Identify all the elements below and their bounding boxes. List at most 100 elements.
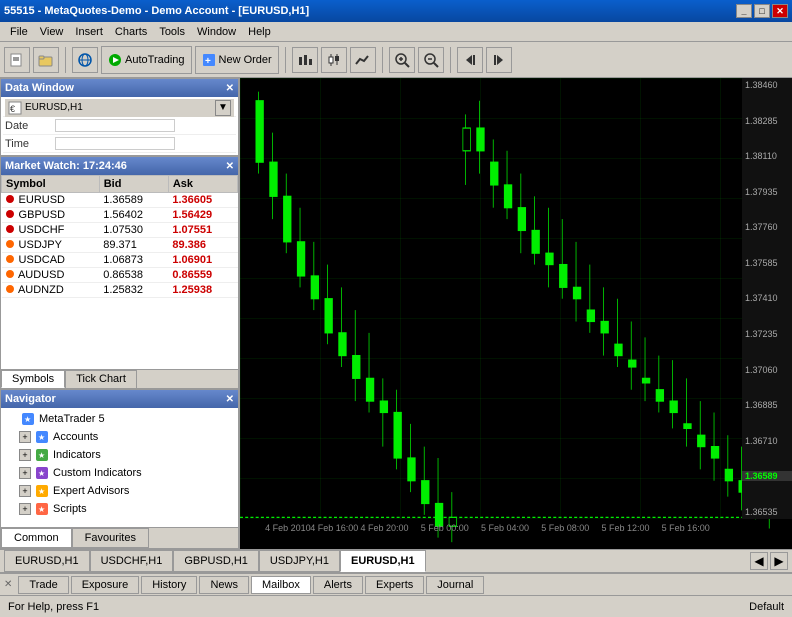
status-tab-trade[interactable]: Trade: [18, 576, 68, 594]
scroll-right-button[interactable]: [486, 47, 512, 73]
price-label: 1.37410: [742, 293, 792, 303]
menu-insert[interactable]: Insert: [69, 24, 109, 40]
price-label: 1.38285: [742, 116, 792, 126]
list-item[interactable]: ★ MetaTrader 5: [3, 410, 236, 428]
dw-time-input[interactable]: [55, 137, 175, 150]
scroll-left-button[interactable]: [457, 47, 483, 73]
chart-tab-2[interactable]: GBPUSD,H1: [173, 550, 259, 572]
nav-expand-icon[interactable]: +: [19, 485, 31, 497]
price-label: 1.36589: [742, 471, 792, 481]
dw-date-input[interactable]: [55, 119, 175, 132]
list-item[interactable]: + ★ Custom Indicators: [3, 464, 236, 482]
ask-cell: 1.25938: [168, 283, 237, 298]
zoom-out-button[interactable]: [418, 47, 444, 73]
separator-1: [65, 47, 66, 73]
bid-cell: 89.371: [99, 238, 168, 253]
price-label: 1.36710: [742, 436, 792, 446]
navigator-close[interactable]: ✕: [226, 394, 234, 405]
nav-expand-icon[interactable]: +: [19, 467, 31, 479]
table-row[interactable]: GBPUSD 1.56402 1.56429: [2, 208, 238, 223]
price-label: 1.37235: [742, 329, 792, 339]
navigator-panel: Navigator ✕ ★ MetaTrader 5 + ★ Accounts …: [0, 389, 239, 549]
chart-tab-1[interactable]: USDCHF,H1: [90, 550, 174, 572]
table-row[interactable]: USDJPY 89.371 89.386: [2, 238, 238, 253]
menu-help[interactable]: Help: [242, 24, 277, 40]
market-watch-close[interactable]: ✕: [226, 161, 234, 172]
chart-tab-4[interactable]: EURUSD,H1: [340, 550, 426, 572]
status-tab-journal[interactable]: Journal: [426, 576, 484, 594]
list-item[interactable]: + ★ Scripts: [3, 500, 236, 518]
menu-window[interactable]: Window: [191, 24, 242, 40]
menu-file[interactable]: File: [4, 24, 34, 40]
minimize-button[interactable]: _: [736, 4, 752, 18]
chart-scroll-right[interactable]: ▶: [770, 552, 788, 570]
bid-cell: 1.06873: [99, 253, 168, 268]
svg-text:€: €: [10, 104, 15, 114]
status-tab-mailbox[interactable]: Mailbox: [251, 576, 311, 594]
symbol-dot: [6, 240, 14, 248]
svg-text:★: ★: [38, 451, 45, 460]
nav-tab-favourites[interactable]: Favourites: [72, 528, 149, 548]
status-tab-history[interactable]: History: [141, 576, 197, 594]
menu-view[interactable]: View: [34, 24, 70, 40]
ask-cell: 1.36605: [168, 193, 237, 208]
main-layout: Data Window ✕ € EURUSD,H1 ▼ Date Time: [0, 78, 792, 549]
status-tab-alerts[interactable]: Alerts: [313, 576, 363, 594]
browser-button[interactable]: [72, 47, 98, 73]
price-label: 1.37935: [742, 187, 792, 197]
ask-cell: 1.06901: [168, 253, 237, 268]
zoom-in-button[interactable]: [389, 47, 415, 73]
symbol-cell: EURUSD: [2, 193, 100, 208]
list-item[interactable]: + ★ Expert Advisors: [3, 482, 236, 500]
tab-tick-chart[interactable]: Tick Chart: [65, 370, 137, 388]
autotrading-button[interactable]: AutoTrading: [101, 46, 192, 74]
table-row[interactable]: AUDUSD 0.86538 0.86559: [2, 268, 238, 283]
chart-line-button[interactable]: [350, 47, 376, 73]
chart-tab-0[interactable]: EURUSD,H1: [4, 550, 90, 572]
chart-bar-button[interactable]: [292, 47, 318, 73]
price-label: 1.36535: [742, 507, 792, 517]
price-label: 1.38460: [742, 80, 792, 90]
status-tab-experts[interactable]: Experts: [365, 576, 424, 594]
time-label: 5 Feb 08:00: [541, 523, 589, 533]
list-item[interactable]: + ★ Accounts: [3, 428, 236, 446]
price-axis: 1.384601.382851.381101.379351.377601.375…: [742, 78, 792, 519]
data-window-close[interactable]: ✕: [226, 83, 234, 94]
price-label: 1.37060: [742, 365, 792, 375]
time-label: 4 Feb 2010: [265, 523, 311, 533]
left-panel: Data Window ✕ € EURUSD,H1 ▼ Date Time: [0, 78, 240, 549]
table-row[interactable]: USDCAD 1.06873 1.06901: [2, 253, 238, 268]
chart-tab-3[interactable]: USDJPY,H1: [259, 550, 340, 572]
nav-expand-icon[interactable]: +: [19, 503, 31, 515]
open-button[interactable]: [33, 47, 59, 73]
nav-tab-common[interactable]: Common: [1, 528, 72, 548]
nav-expand-icon[interactable]: +: [19, 431, 31, 443]
nav-item-label: Expert Advisors: [53, 485, 129, 497]
symbol-dot: [6, 210, 14, 218]
separator-2: [285, 47, 286, 73]
dw-dropdown[interactable]: ▼: [215, 100, 231, 116]
help-text: For Help, press F1: [8, 601, 99, 613]
menu-charts[interactable]: Charts: [109, 24, 153, 40]
new-order-button[interactable]: + New Order: [195, 46, 279, 74]
table-row[interactable]: USDCHF 1.07530 1.07551: [2, 223, 238, 238]
chart-candle-button[interactable]: [321, 47, 347, 73]
nav-item-label: Custom Indicators: [53, 467, 142, 479]
close-button[interactable]: ✕: [772, 4, 788, 18]
status-tab-news[interactable]: News: [199, 576, 249, 594]
list-item[interactable]: + ★ Indicators: [3, 446, 236, 464]
svg-text:★: ★: [24, 415, 31, 424]
nav-expand-icon[interactable]: +: [19, 449, 31, 461]
tab-symbols[interactable]: Symbols: [1, 370, 65, 388]
file-new-button[interactable]: [4, 47, 30, 73]
maximize-button[interactable]: □: [754, 4, 770, 18]
chart-area: 1.384601.382851.381101.379351.377601.375…: [240, 78, 792, 549]
chart-scroll-left[interactable]: ◀: [750, 552, 768, 570]
menu-tools[interactable]: Tools: [153, 24, 191, 40]
close-icon[interactable]: ✕: [4, 579, 12, 590]
status-tab-exposure[interactable]: Exposure: [71, 576, 139, 594]
table-row[interactable]: AUDNZD 1.25832 1.25938: [2, 283, 238, 298]
table-row[interactable]: EURUSD 1.36589 1.36605: [2, 193, 238, 208]
dw-time-row: Time: [3, 135, 236, 153]
separator-4: [450, 47, 451, 73]
